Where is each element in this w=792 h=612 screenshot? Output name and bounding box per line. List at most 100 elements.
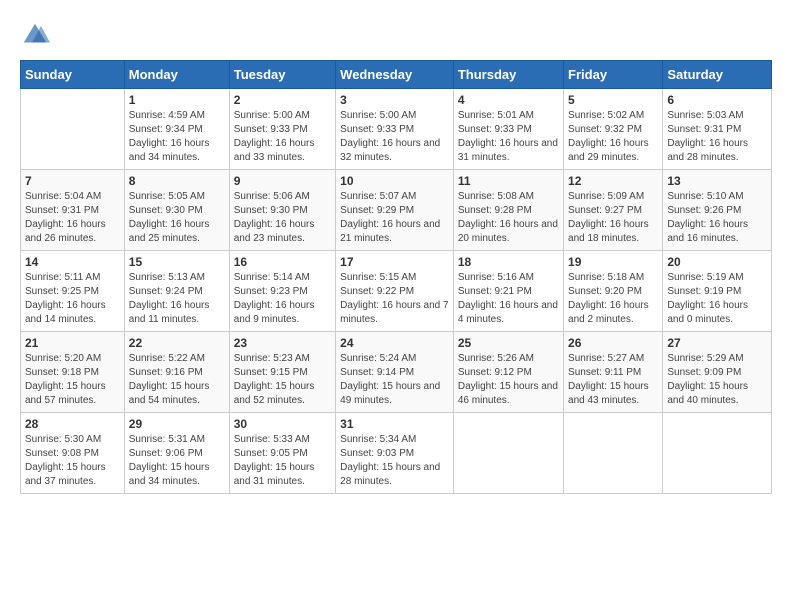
day-daylight: Daylight: 16 hours and 23 minutes. [234,219,315,244]
header-day-friday: Friday [564,61,663,89]
day-number: 11 [458,174,559,188]
day-sunrise: Sunrise: 5:33 AM [234,434,310,445]
logo-icon [20,20,50,50]
day-sunset: Sunset: 9:05 PM [234,448,308,459]
day-sunrise: Sunrise: 5:23 AM [234,353,310,364]
day-daylight: Daylight: 15 hours and 34 minutes. [129,462,210,487]
day-number: 13 [667,174,767,188]
day-daylight: Daylight: 16 hours and 2 minutes. [568,300,649,325]
day-sunrise: Sunrise: 5:15 AM [340,272,416,283]
day-daylight: Daylight: 16 hours and 25 minutes. [129,219,210,244]
day-sunset: Sunset: 9:27 PM [568,205,642,216]
day-cell: 6 Sunrise: 5:03 AM Sunset: 9:31 PM Dayli… [663,89,772,170]
day-daylight: Daylight: 16 hours and 7 minutes. [340,300,448,325]
header-day-wednesday: Wednesday [336,61,454,89]
day-daylight: Daylight: 16 hours and 29 minutes. [568,138,649,163]
day-daylight: Daylight: 16 hours and 0 minutes. [667,300,748,325]
day-sunset: Sunset: 9:20 PM [568,286,642,297]
day-sunset: Sunset: 9:22 PM [340,286,414,297]
day-number: 24 [340,336,449,350]
week-row-5: 28 Sunrise: 5:30 AM Sunset: 9:08 PM Dayl… [21,413,772,494]
day-sunrise: Sunrise: 5:01 AM [458,110,534,121]
day-sunrise: Sunrise: 4:59 AM [129,110,205,121]
day-sunrise: Sunrise: 5:18 AM [568,272,644,283]
day-sunset: Sunset: 9:19 PM [667,286,741,297]
day-daylight: Daylight: 16 hours and 34 minutes. [129,138,210,163]
day-cell: 25 Sunrise: 5:26 AM Sunset: 9:12 PM Dayl… [453,332,563,413]
day-daylight: Daylight: 15 hours and 57 minutes. [25,381,106,406]
day-number: 5 [568,93,658,107]
day-daylight: Daylight: 15 hours and 28 minutes. [340,462,440,487]
header-day-saturday: Saturday [663,61,772,89]
week-row-4: 21 Sunrise: 5:20 AM Sunset: 9:18 PM Dayl… [21,332,772,413]
day-number: 1 [129,93,225,107]
day-sunset: Sunset: 9:30 PM [234,205,308,216]
day-cell: 16 Sunrise: 5:14 AM Sunset: 9:23 PM Dayl… [229,251,335,332]
day-sunrise: Sunrise: 5:03 AM [667,110,743,121]
day-cell [453,413,563,494]
day-number: 8 [129,174,225,188]
header [20,20,772,50]
day-sunset: Sunset: 9:25 PM [25,286,99,297]
day-cell: 14 Sunrise: 5:11 AM Sunset: 9:25 PM Dayl… [21,251,125,332]
day-cell: 4 Sunrise: 5:01 AM Sunset: 9:33 PM Dayli… [453,89,563,170]
day-sunset: Sunset: 9:33 PM [458,124,532,135]
day-sunrise: Sunrise: 5:09 AM [568,191,644,202]
day-sunrise: Sunrise: 5:20 AM [25,353,101,364]
day-number: 2 [234,93,331,107]
day-number: 26 [568,336,658,350]
day-sunset: Sunset: 9:11 PM [568,367,641,378]
day-sunrise: Sunrise: 5:34 AM [340,434,416,445]
day-daylight: Daylight: 16 hours and 14 minutes. [25,300,106,325]
day-sunset: Sunset: 9:21 PM [458,286,532,297]
day-sunrise: Sunrise: 5:16 AM [458,272,534,283]
day-cell: 13 Sunrise: 5:10 AM Sunset: 9:26 PM Dayl… [663,170,772,251]
day-cell: 30 Sunrise: 5:33 AM Sunset: 9:05 PM Dayl… [229,413,335,494]
day-number: 31 [340,417,449,431]
day-number: 16 [234,255,331,269]
day-number: 22 [129,336,225,350]
day-number: 21 [25,336,120,350]
day-daylight: Daylight: 15 hours and 43 minutes. [568,381,649,406]
day-daylight: Daylight: 15 hours and 31 minutes. [234,462,315,487]
day-sunset: Sunset: 9:33 PM [234,124,308,135]
day-cell: 5 Sunrise: 5:02 AM Sunset: 9:32 PM Dayli… [564,89,663,170]
day-daylight: Daylight: 16 hours and 31 minutes. [458,138,558,163]
day-sunset: Sunset: 9:15 PM [234,367,308,378]
day-number: 19 [568,255,658,269]
day-daylight: Daylight: 15 hours and 49 minutes. [340,381,440,406]
day-cell: 26 Sunrise: 5:27 AM Sunset: 9:11 PM Dayl… [564,332,663,413]
day-number: 4 [458,93,559,107]
calendar-table: SundayMondayTuesdayWednesdayThursdayFrid… [20,60,772,494]
day-sunset: Sunset: 9:23 PM [234,286,308,297]
day-sunrise: Sunrise: 5:07 AM [340,191,416,202]
day-cell: 28 Sunrise: 5:30 AM Sunset: 9:08 PM Dayl… [21,413,125,494]
day-daylight: Daylight: 16 hours and 26 minutes. [25,219,106,244]
day-sunrise: Sunrise: 5:11 AM [25,272,100,283]
day-cell: 24 Sunrise: 5:24 AM Sunset: 9:14 PM Dayl… [336,332,454,413]
day-sunrise: Sunrise: 5:00 AM [340,110,416,121]
day-sunset: Sunset: 9:33 PM [340,124,414,135]
day-sunset: Sunset: 9:03 PM [340,448,414,459]
day-daylight: Daylight: 16 hours and 33 minutes. [234,138,315,163]
day-daylight: Daylight: 16 hours and 9 minutes. [234,300,315,325]
day-daylight: Daylight: 16 hours and 11 minutes. [129,300,210,325]
day-daylight: Daylight: 15 hours and 54 minutes. [129,381,210,406]
day-cell: 19 Sunrise: 5:18 AM Sunset: 9:20 PM Dayl… [564,251,663,332]
day-cell: 15 Sunrise: 5:13 AM Sunset: 9:24 PM Dayl… [124,251,229,332]
day-sunset: Sunset: 9:31 PM [25,205,99,216]
day-cell: 9 Sunrise: 5:06 AM Sunset: 9:30 PM Dayli… [229,170,335,251]
day-cell: 31 Sunrise: 5:34 AM Sunset: 9:03 PM Dayl… [336,413,454,494]
day-sunset: Sunset: 9:29 PM [340,205,414,216]
day-cell: 1 Sunrise: 4:59 AM Sunset: 9:34 PM Dayli… [124,89,229,170]
day-sunrise: Sunrise: 5:10 AM [667,191,743,202]
day-number: 23 [234,336,331,350]
day-cell: 7 Sunrise: 5:04 AM Sunset: 9:31 PM Dayli… [21,170,125,251]
day-number: 25 [458,336,559,350]
day-sunrise: Sunrise: 5:02 AM [568,110,644,121]
day-sunset: Sunset: 9:31 PM [667,124,741,135]
day-sunset: Sunset: 9:28 PM [458,205,532,216]
day-number: 30 [234,417,331,431]
day-number: 18 [458,255,559,269]
day-daylight: Daylight: 16 hours and 21 minutes. [340,219,440,244]
